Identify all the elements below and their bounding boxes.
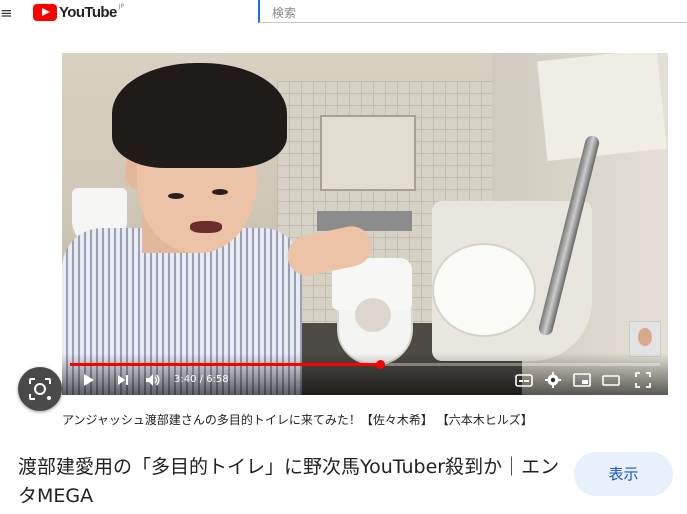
youtube-play-logo-icon: [33, 3, 57, 21]
youtube-logo[interactable]: YouTube JP: [33, 3, 124, 21]
video-wall-sign: [537, 53, 667, 161]
play-icon[interactable]: [82, 371, 96, 389]
next-icon[interactable]: [116, 371, 130, 389]
video-person-eye: [212, 189, 228, 195]
logo-region: JP: [118, 2, 125, 10]
visual-search-button[interactable]: [18, 367, 62, 411]
time-display: 3:40 / 6:58: [174, 374, 229, 385]
miniplayer-icon[interactable]: [573, 371, 591, 389]
theater-icon[interactable]: [602, 371, 620, 389]
fullscreen-icon[interactable]: [634, 371, 652, 389]
video-person-mouth: [190, 221, 222, 233]
video-toilet-rail: [317, 211, 412, 231]
lens-icon: [29, 378, 51, 400]
video-player[interactable]: 3:40 / 6:58: [62, 53, 668, 395]
video-toilet-hole: [355, 298, 391, 332]
top-bar: ≡ YouTube JP 検索: [0, 0, 687, 30]
video-person-hair: [112, 63, 287, 168]
progress-fill: [70, 363, 381, 366]
video-wall-panel: [320, 115, 416, 191]
video-caption: アンジャッシュ渡部建さんの多目的トイレに来てみた！【佐々木希】 【六本木ヒルズ】: [62, 413, 533, 427]
view-button[interactable]: 表示: [574, 452, 673, 496]
logo-text: YouTube: [59, 3, 117, 21]
progress-bar[interactable]: [70, 360, 660, 369]
volume-icon[interactable]: [144, 371, 162, 389]
search-input[interactable]: 検索: [258, 0, 687, 23]
watermark-face: [638, 328, 652, 346]
result-headline[interactable]: 渡部建愛用の「多目的トイレ」に野次馬YouTuber殺到か｜エンタMEGA: [18, 453, 563, 511]
video-sink: [432, 243, 536, 337]
channel-watermark[interactable]: [629, 321, 661, 357]
menu-icon[interactable]: ≡: [0, 6, 13, 21]
video-person-eye: [168, 193, 184, 199]
subtitles-icon[interactable]: [515, 371, 533, 389]
settings-icon[interactable]: [544, 371, 562, 389]
